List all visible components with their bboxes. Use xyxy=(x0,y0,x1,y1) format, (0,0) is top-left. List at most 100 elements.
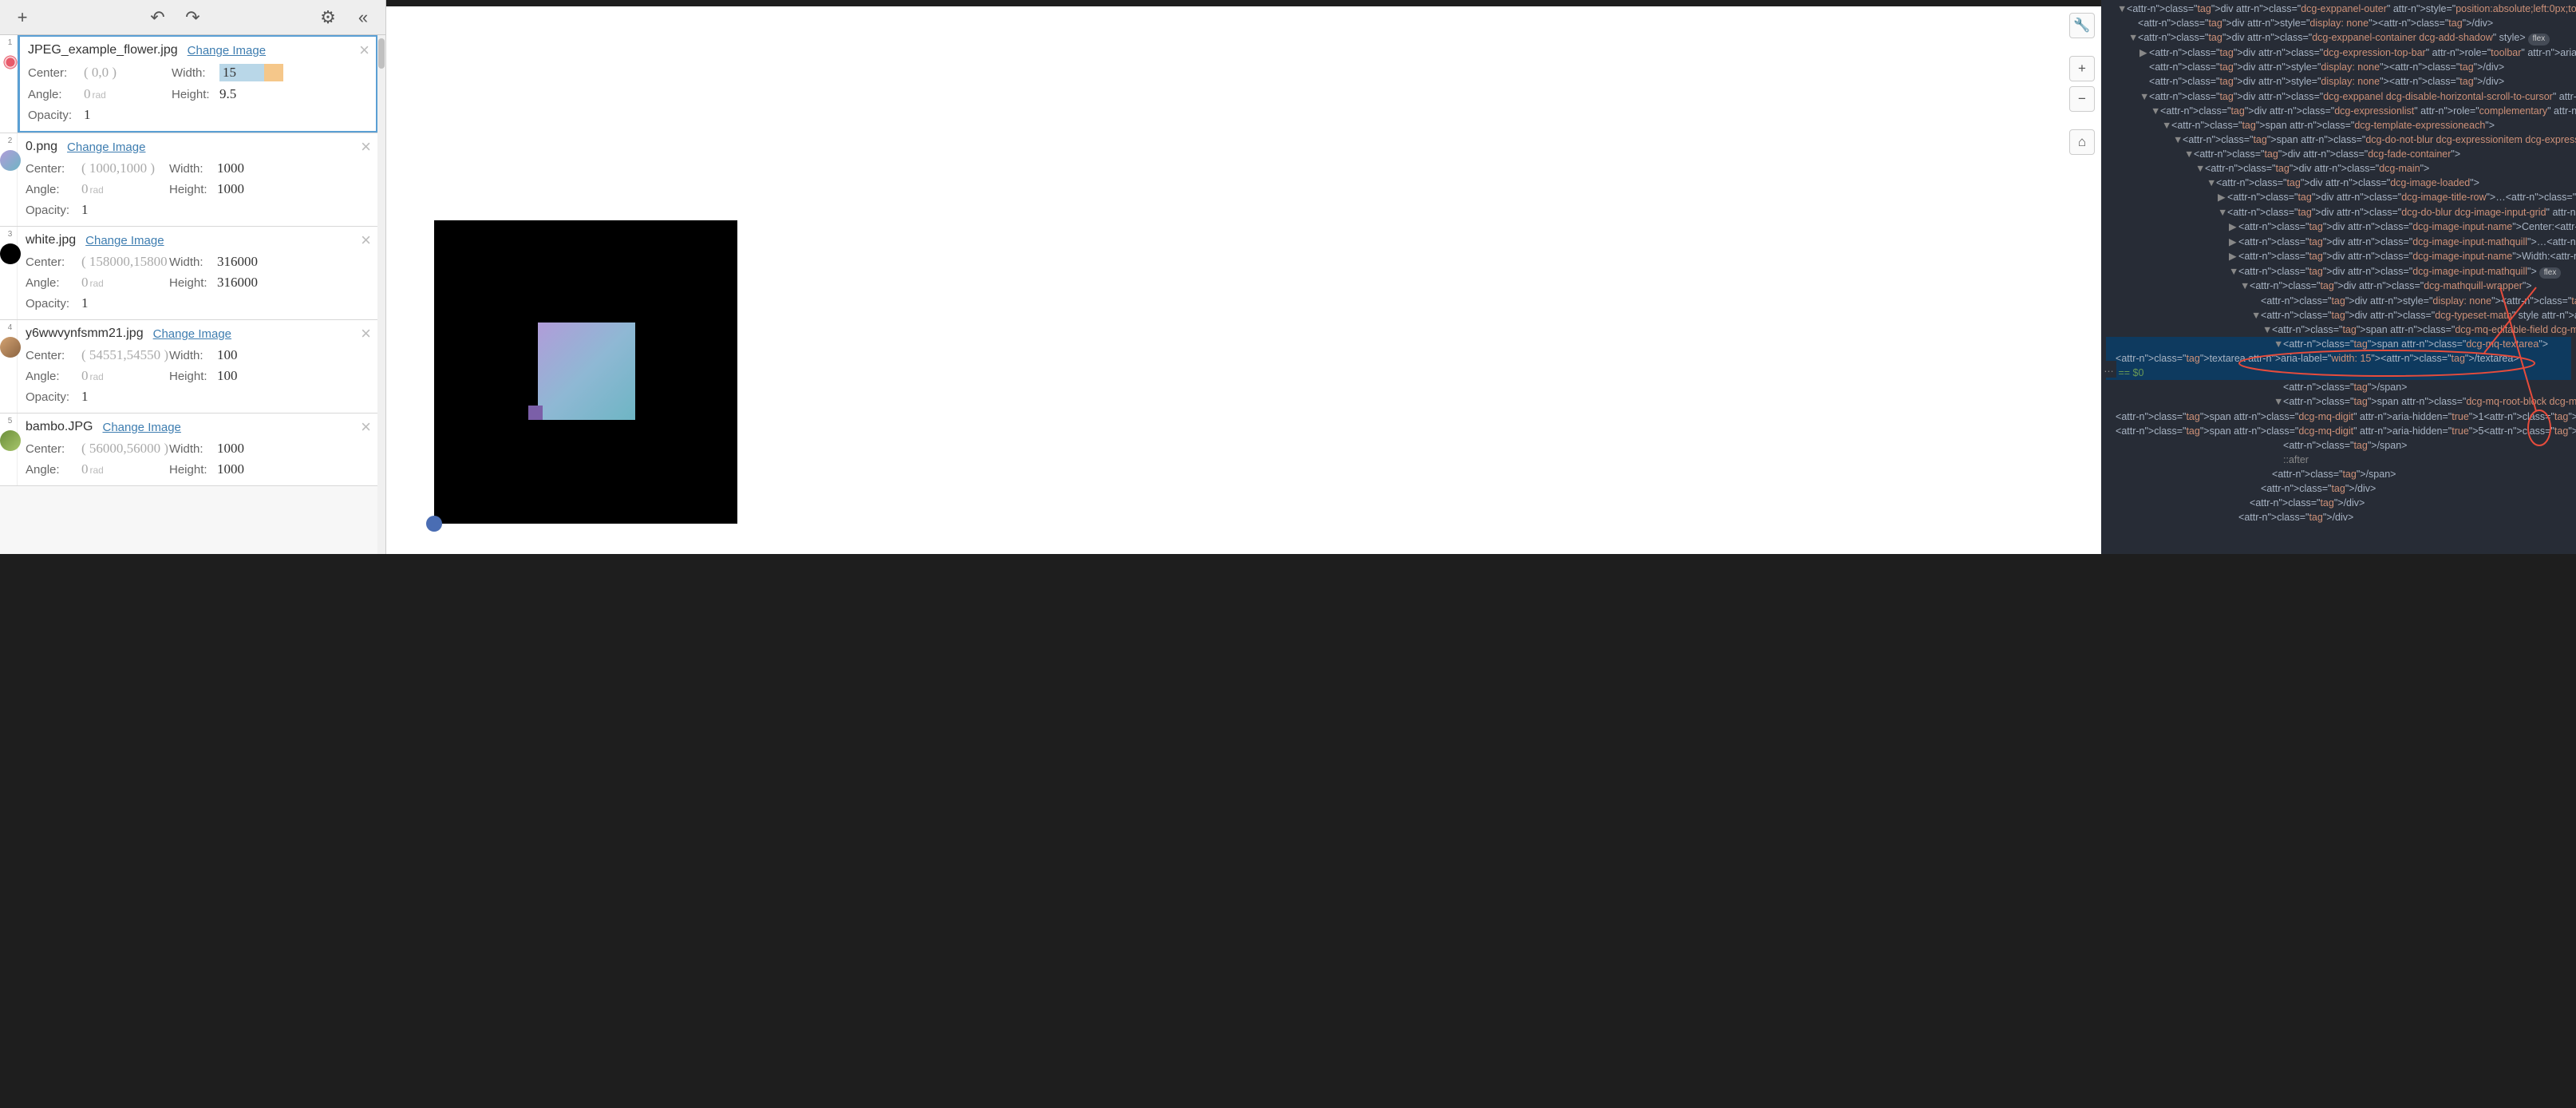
angle-value[interactable]: 0rad xyxy=(81,275,169,291)
devtools-line[interactable]: ▼<attr-n">class="tag">div attr-n">class=… xyxy=(2106,104,2571,118)
origin-point[interactable] xyxy=(426,516,442,532)
devtools-line[interactable]: <attr-n">class="tag">div attr-n">style="… xyxy=(2106,16,2571,30)
change-image-link[interactable]: Change Image xyxy=(153,327,231,341)
devtools-line[interactable]: ▼<attr-n">class="tag">span attr-n">class… xyxy=(2106,118,2571,133)
change-image-link[interactable]: Change Image xyxy=(85,234,164,247)
devtools-line[interactable]: ▶<attr-n">class="tag">div attr-n">class=… xyxy=(2106,190,2571,205)
width-value[interactable]: 1000 xyxy=(217,160,281,176)
plot-image-small[interactable] xyxy=(528,406,543,420)
devtools-line[interactable]: ▼<attr-n">class="tag">div attr-n">class=… xyxy=(2106,279,2571,293)
height-value[interactable]: 1000 xyxy=(217,181,281,197)
devtools-line[interactable]: <attr-n">class="tag">/span> xyxy=(2106,467,2571,481)
devtools-line[interactable]: ::after xyxy=(2106,453,2571,467)
opacity-value[interactable]: 1 xyxy=(81,389,169,405)
devtools-line[interactable]: ▼<attr-n">class="tag">div attr-n">class=… xyxy=(2106,147,2571,161)
width-value[interactable]: 100 xyxy=(217,347,281,363)
collapse-button[interactable]: « xyxy=(349,3,377,32)
expression-row[interactable]: 3 × white.jpg Change Image Center: ( 158… xyxy=(0,227,377,320)
expression-row[interactable]: 2 × 0.png Change Image Center: ( 1000,10… xyxy=(0,133,377,227)
devtools-line[interactable]: == $0 xyxy=(2106,366,2571,380)
angle-value[interactable]: 0rad xyxy=(81,368,169,384)
center-value[interactable]: ( 56000,56000 ) xyxy=(81,441,169,457)
devtools-line[interactable]: <attr-n">class="tag">div attr-n">style="… xyxy=(2106,60,2571,74)
height-value[interactable]: 100 xyxy=(217,368,281,384)
width-value[interactable]: 316000 xyxy=(217,254,281,270)
devtools-line[interactable]: ▼<attr-n">class="tag">span attr-n">class… xyxy=(2106,337,2571,351)
opacity-value[interactable]: 1 xyxy=(81,202,169,218)
settings-button[interactable]: ⚙ xyxy=(314,3,342,32)
angle-label: Angle: xyxy=(26,183,81,196)
devtools-line[interactable]: ▼<attr-n">class="tag">div attr-n">class=… xyxy=(2106,161,2571,176)
height-label: Height: xyxy=(169,463,217,477)
devtools-line[interactable]: ▼<attr-n">class="tag">div attr-n">class=… xyxy=(2106,205,2571,220)
center-label: Center: xyxy=(26,349,81,362)
opacity-label: Opacity: xyxy=(28,109,84,122)
devtools-elements-panel[interactable]: … ▼<attr-n">class="tag">div attr-n">clas… xyxy=(2101,0,2576,554)
change-image-link[interactable]: Change Image xyxy=(102,421,180,434)
plot-background xyxy=(434,220,737,524)
angle-value[interactable]: 0rad xyxy=(84,86,172,102)
undo-button[interactable]: ↶ xyxy=(144,3,172,32)
devtools-line[interactable]: <attr-n">class="tag">/span> xyxy=(2106,438,2571,453)
zoom-out-button[interactable]: − xyxy=(2069,86,2095,112)
devtools-line[interactable]: ▶<attr-n">class="tag">div attr-n">class=… xyxy=(2106,46,2571,61)
opacity-value[interactable]: 1 xyxy=(81,295,169,311)
devtools-line[interactable]: <attr-n">class="tag">div attr-n">style="… xyxy=(2106,294,2571,308)
devtools-line[interactable]: ▼<attr-n">class="tag">span attr-n">class… xyxy=(2106,323,2571,337)
center-value[interactable]: ( 0,0 ) xyxy=(84,65,172,81)
plot-image-0png[interactable] xyxy=(538,323,635,420)
devtools-line[interactable]: ▶<attr-n">class="tag">div attr-n">class=… xyxy=(2106,220,2571,235)
devtools-line[interactable]: ▼<attr-n">class="tag">span attr-n">class… xyxy=(2106,133,2571,147)
width-input[interactable]: 15 xyxy=(219,64,283,81)
change-image-link[interactable]: Change Image xyxy=(188,44,266,57)
zoom-in-button[interactable]: + xyxy=(2069,56,2095,81)
height-value[interactable]: 9.5 xyxy=(219,86,283,102)
home-button[interactable]: ⌂ xyxy=(2069,129,2095,155)
wrench-button[interactable]: 🔧 xyxy=(2069,13,2095,38)
close-icon[interactable]: × xyxy=(361,230,371,251)
center-label: Center: xyxy=(26,162,81,176)
expression-row[interactable]: 1 × JPEG_example_flower.jpg Change Image… xyxy=(0,35,377,133)
expression-row[interactable]: 5 × bambo.JPG Change Image Center: ( 560… xyxy=(0,414,377,486)
devtools-line[interactable]: ▼<attr-n">class="tag">div attr-n">class=… xyxy=(2106,176,2571,190)
height-value[interactable]: 1000 xyxy=(217,461,281,477)
close-icon[interactable]: × xyxy=(361,417,371,437)
angle-value[interactable]: 0rad xyxy=(81,181,169,197)
devtools-line[interactable]: ▼<attr-n">class="tag">div attr-n">class=… xyxy=(2106,308,2571,323)
height-value[interactable]: 316000 xyxy=(217,275,281,291)
scrollbar[interactable] xyxy=(377,35,385,554)
expression-list[interactable]: 1 × JPEG_example_flower.jpg Change Image… xyxy=(0,35,377,554)
devtools-line[interactable]: ▼<attr-n">class="tag">div attr-n">class=… xyxy=(2106,2,2571,16)
width-value[interactable]: 1000 xyxy=(217,441,281,457)
devtools-line[interactable]: ▼<attr-n">class="tag">div attr-n">class=… xyxy=(2106,89,2571,104)
devtools-line[interactable]: <attr-n">class="tag">span attr-n">class=… xyxy=(2106,424,2571,438)
close-icon[interactable]: × xyxy=(361,137,371,157)
devtools-line[interactable]: ▼<attr-n">class="tag">div attr-n">class=… xyxy=(2106,264,2571,279)
expression-row[interactable]: 4 × y6wwvynfsmm21.jpg Change Image Cente… xyxy=(0,320,377,414)
devtools-line[interactable]: <attr-n">class="tag">/div> xyxy=(2106,496,2571,510)
center-value[interactable]: ( 158000,15800 xyxy=(81,254,169,270)
devtools-line[interactable]: ▼<attr-n">class="tag">div attr-n">class=… xyxy=(2106,30,2571,46)
center-value[interactable]: ( 1000,1000 ) xyxy=(81,160,169,176)
change-image-link[interactable]: Change Image xyxy=(67,140,145,154)
devtools-line[interactable]: <attr-n">class="tag">textarea attr-n">ar… xyxy=(2106,351,2571,366)
add-button[interactable]: + xyxy=(8,3,37,32)
devtools-line[interactable]: ▶<attr-n">class="tag">div attr-n">class=… xyxy=(2106,249,2571,264)
center-value[interactable]: ( 54551,54550 ) xyxy=(81,347,169,363)
close-icon[interactable]: × xyxy=(361,323,371,344)
angle-value[interactable]: 0rad xyxy=(81,461,169,477)
image-filename: y6wwvynfsmm21.jpg xyxy=(26,326,144,341)
graph-canvas[interactable]: 🔧 + − ⌂ xyxy=(386,6,2101,554)
devtools-line[interactable]: <attr-n">class="tag">/div> xyxy=(2106,510,2571,524)
scrollbar-thumb[interactable] xyxy=(378,38,385,69)
close-icon[interactable]: × xyxy=(359,40,369,61)
devtools-line[interactable]: <attr-n">class="tag">div attr-n">style="… xyxy=(2106,74,2571,89)
opacity-value[interactable]: 1 xyxy=(84,107,172,123)
width-label: Width: xyxy=(169,442,217,456)
devtools-line[interactable]: <attr-n">class="tag">/div> xyxy=(2106,481,2571,496)
devtools-line[interactable]: <attr-n">class="tag">/span> xyxy=(2106,380,2571,394)
devtools-line[interactable]: <attr-n">class="tag">span attr-n">class=… xyxy=(2106,410,2571,424)
redo-button[interactable]: ↷ xyxy=(179,3,207,32)
devtools-line[interactable]: ▼<attr-n">class="tag">span attr-n">class… xyxy=(2106,394,2571,409)
devtools-line[interactable]: ▶<attr-n">class="tag">div attr-n">class=… xyxy=(2106,235,2571,250)
